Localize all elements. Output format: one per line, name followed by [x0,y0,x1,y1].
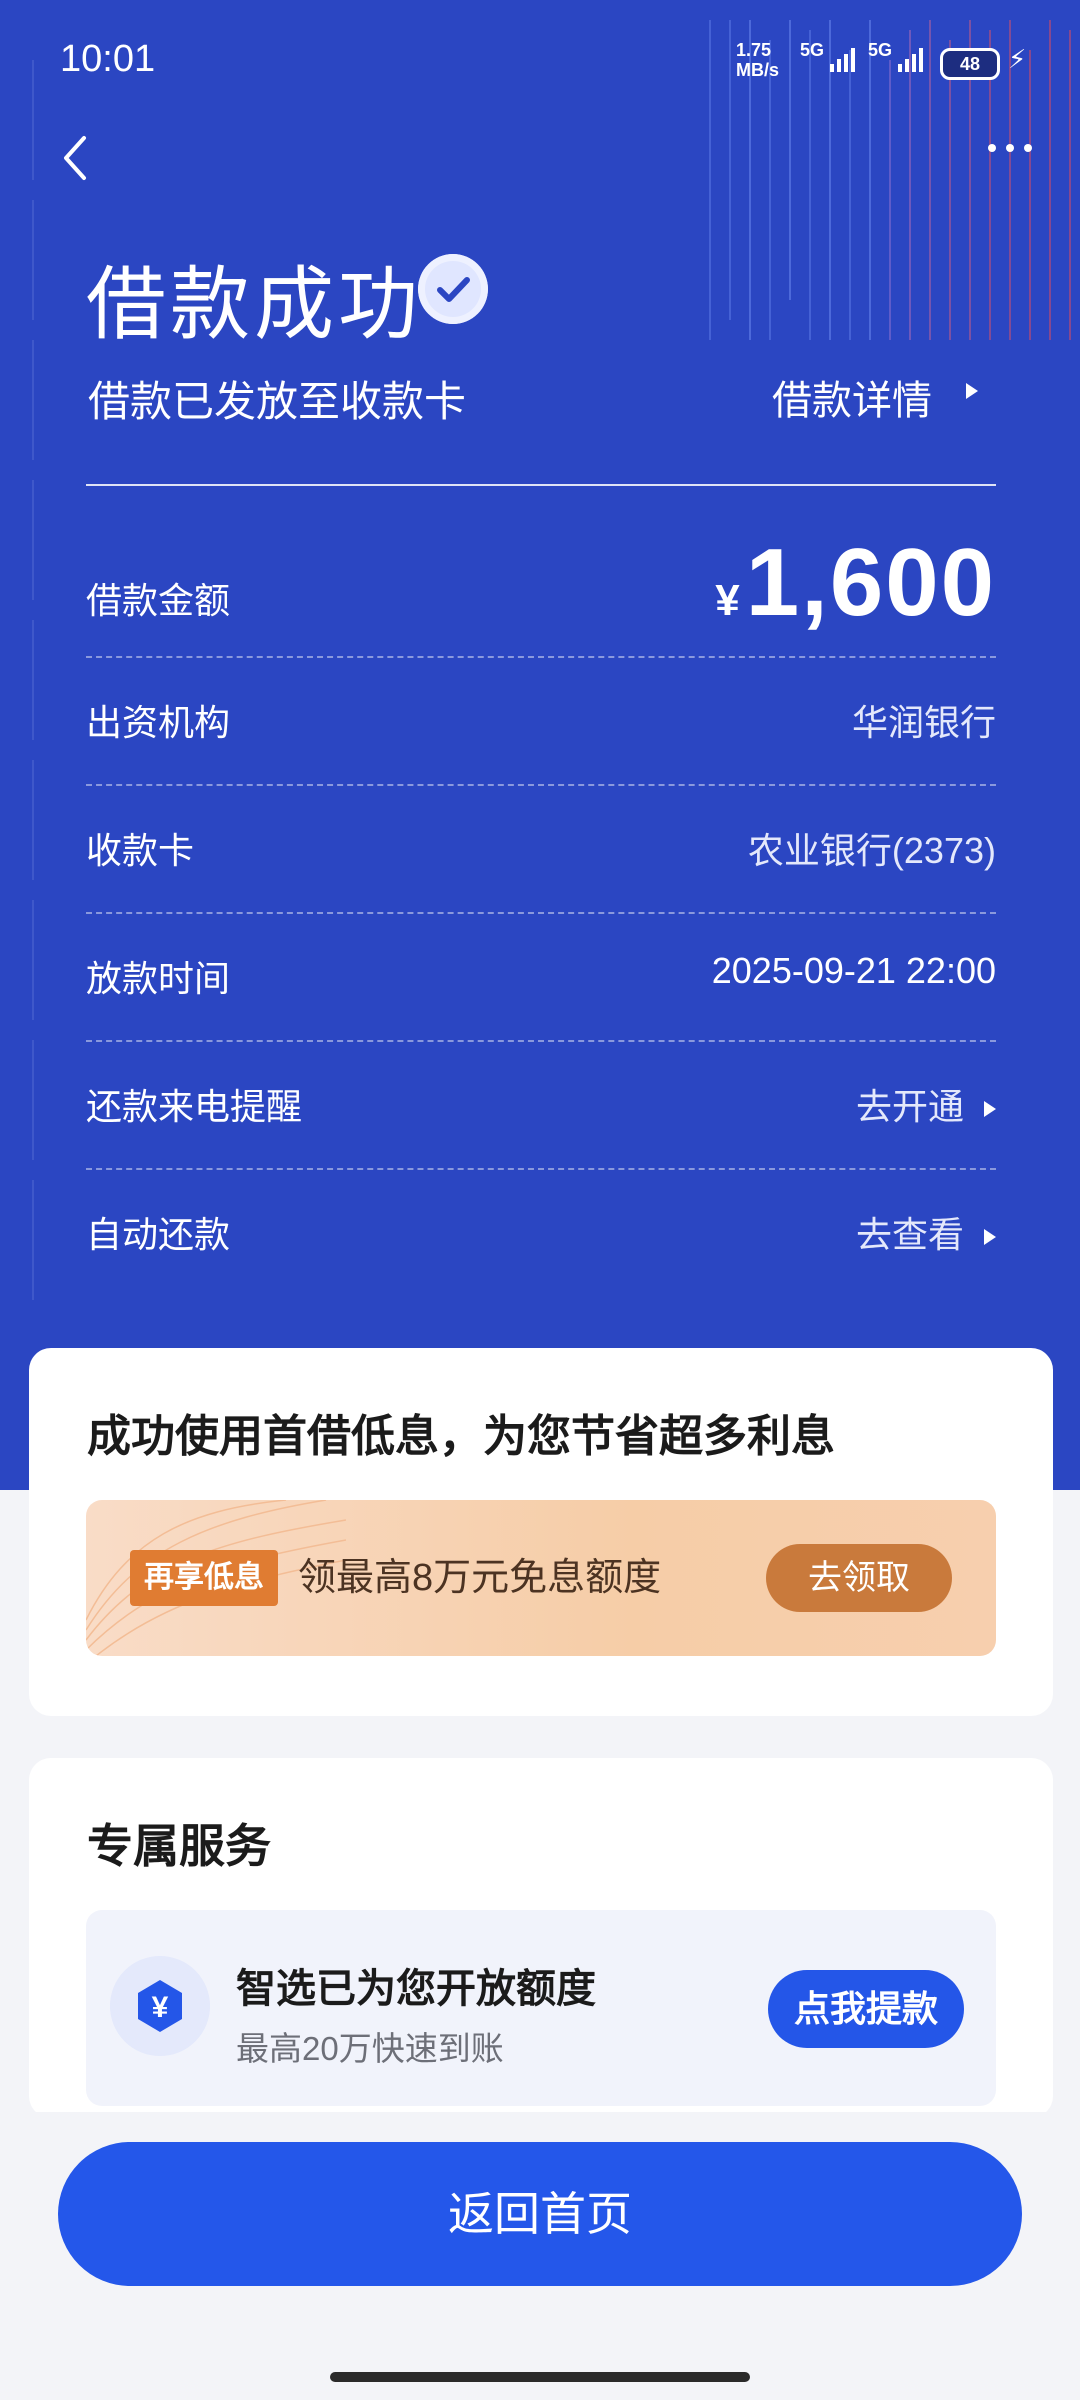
disbursement-subtitle: 借款已发放至收款卡 [88,378,467,425]
withdraw-button[interactable]: 点我提款 [768,1970,964,2048]
check-badge-icon [418,254,488,324]
return-home-button[interactable]: 返回首页 [58,2142,1022,2286]
signal-5g-1-label: 5G [800,40,825,60]
battery-icon: 48 [940,48,1000,80]
row-label: 自动还款 [86,1214,231,1255]
loan-amount-row: 借款金额 ¥1,600 [86,528,996,658]
auto-repayment-row[interactable]: 自动还款 去查看 [86,1170,996,1280]
credit-shield-icon: ¥ [110,1956,210,2056]
row-label: 放款时间 [86,958,231,999]
right-arrow-icon [984,1229,996,1246]
home-indicator[interactable] [330,2372,750,2382]
status-time: 10:01 [60,38,156,80]
loan-detail-link[interactable]: 借款详情 [772,368,932,426]
loan-amount-value: 1,600 [745,529,996,636]
more-options-icon[interactable] [986,135,1036,175]
service-title: 智选已为您开放额度 [236,1967,596,2011]
promo-banner[interactable]: 再享低息 领最高8万元免息额度 去领取 [86,1500,996,1656]
enable-reminder-link[interactable]: 去开通 [856,1078,996,1130]
row-value: 去开通 [855,1086,964,1127]
signal-bars-icon [898,48,923,72]
card-heading: 成功使用首借低息，为您节省超多利息 [87,1412,835,1461]
status-bar: 10:01 1.75 MB/s 5G 5G 48 ⚡ [0,0,1080,120]
signal-5g-2-label: 5G [868,40,893,60]
funding-institution-row: 出资机构 华润银行 [86,658,996,786]
row-label: 收款卡 [86,830,195,871]
side-watermark [32,60,34,1300]
detail-arrow-icon[interactable] [966,383,978,399]
exclusive-service-card: 专属服务 ¥ 智选已为您开放额度 最高20万快速到账 点我提款 [29,1758,1053,2118]
claim-button[interactable]: 去领取 [766,1544,952,1612]
back-arrow-icon[interactable] [56,130,96,186]
row-label: 借款金额 [86,580,231,621]
disbursement-time-row: 放款时间 2025-09-21 22:00 [86,914,996,1042]
receiving-card-row: 收款卡 农业银行(2373) [86,786,996,914]
row-value: 去查看 [855,1214,964,1255]
service-subtitle: 最高20万快速到账 [236,2030,504,2067]
row-label: 出资机构 [86,702,231,743]
charging-bolt-icon: ⚡ [1008,44,1027,74]
row-label: 还款来电提醒 [86,1086,303,1127]
row-value: 华润银行 [851,702,996,743]
card-heading: 专属服务 [87,1820,271,1872]
signal-bars-icon [830,48,855,72]
network-speed: 1.75 MB/s [736,40,779,80]
header-divider [86,484,996,486]
low-interest-card: 成功使用首借低息，为您节省超多利息 再享低息 领最高8万元免息额度 去领取 [29,1348,1053,1716]
repayment-call-reminder-row[interactable]: 还款来电提醒 去开通 [86,1042,996,1170]
promo-tag: 再享低息 [130,1550,278,1606]
page-title: 借款成功 [86,258,422,351]
three-dots-icon [988,144,1032,152]
loan-amount: ¥1,600 [715,528,996,638]
right-arrow-icon [984,1101,996,1118]
view-auto-repay-link[interactable]: 去查看 [856,1206,996,1258]
credit-icon-glyph: ¥ [152,1991,169,2024]
network-speed-value: 1.75 [736,40,772,60]
currency-symbol: ¥ [715,576,742,625]
promo-text: 领最高8万元免息额度 [298,1557,662,1599]
row-value: 2025-09-21 22:00 [711,950,996,991]
network-speed-unit: MB/s [736,60,780,80]
service-item[interactable]: ¥ 智选已为您开放额度 最高20万快速到账 点我提款 [86,1910,996,2106]
row-value: 农业银行(2373) [747,830,996,871]
